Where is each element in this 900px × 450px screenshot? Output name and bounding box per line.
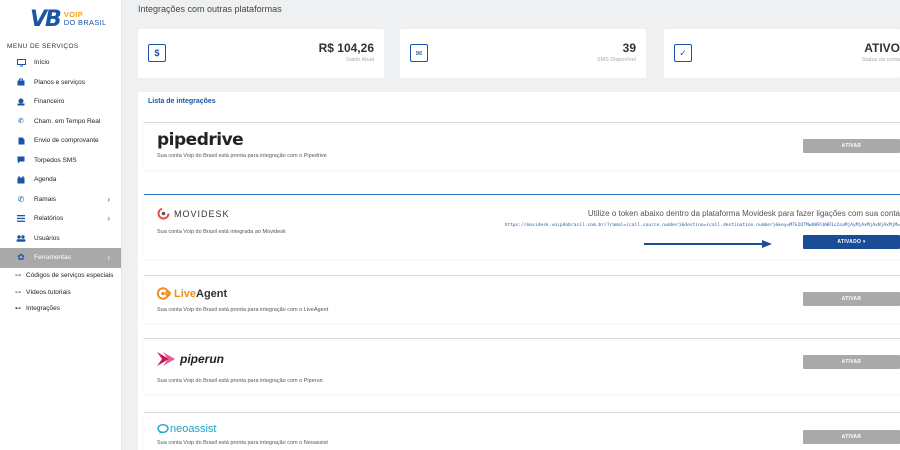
file-icon <box>15 136 27 146</box>
main-content: Integrações com outras plataformas $ R$ … <box>122 0 900 450</box>
sidebar-subitem-codigos[interactable]: ⊶ Códigos de serviços especiais <box>0 268 121 285</box>
activate-button[interactable]: ATIVAR <box>803 292 900 306</box>
brand-line2: DO BRASIL <box>63 18 107 27</box>
pipedrive-logo: pipedrive <box>157 130 244 150</box>
integrations-list: Lista de integrações pipedrive Sua conta… <box>138 92 900 450</box>
sidebar-item-label: Torpedos SMS <box>34 156 77 164</box>
dollar-icon: $ <box>148 44 166 62</box>
bag-icon <box>15 77 27 87</box>
sidebar: VB VOIP DO BRASIL MENU DE SERVIÇOS Iníci… <box>0 0 122 450</box>
sidebar-item-usuarios[interactable]: Usuários <box>0 229 121 249</box>
liveagent-logo: Live Agent <box>157 287 227 300</box>
stat-card-status: ✓ ATIVO Status da conta <box>664 29 900 78</box>
chevron-right-icon: › <box>107 253 110 263</box>
stat-value: R$ 104,26 <box>318 41 374 55</box>
integration-movidesk: MOVIDESK Sua conta Voip do Brasil está i… <box>144 194 900 259</box>
integration-liveagent: Live Agent Sua conta Voip do Brasil está … <box>144 275 900 323</box>
sidebar-subitem-integracoes[interactable]: ⊷ Integrações <box>0 301 121 318</box>
sidebar-item-ferramentas[interactable]: ✿ Ferramentas › <box>0 248 121 268</box>
check-icon: ✓ <box>674 44 692 62</box>
chevron-right-icon: › <box>107 214 110 224</box>
liveagent-logo-icon <box>157 287 171 300</box>
activate-button[interactable]: ATIVAR <box>803 430 900 444</box>
key-icon: ⊷ <box>15 306 21 313</box>
sidebar-item-comprovante[interactable]: Envio de comprovante <box>0 131 121 151</box>
brand-mark: VB <box>30 6 62 32</box>
chevron-right-icon: › <box>107 194 110 204</box>
stat-card-saldo: $ R$ 104,26 Saldo Atual <box>138 29 384 78</box>
sidebar-item-agenda[interactable]: Agenda <box>0 170 121 190</box>
sidebar-item-label: Planos e serviços <box>34 78 85 86</box>
stat-label: Status da conta <box>861 57 900 63</box>
movidesk-instruction: Utilize o token abaixo dentro da platafo… <box>587 209 900 218</box>
chat-icon <box>15 155 27 165</box>
integration-desc: Sua conta Voip do Brasil está pronta par… <box>157 307 329 313</box>
phone-icon: ✆ <box>17 194 25 204</box>
movidesk-token-url[interactable]: https://movidesk.voipdobrasil.com.br/?ra… <box>505 223 900 228</box>
piperun-logo-icon <box>157 352 175 366</box>
sidebar-item-financeiro[interactable]: Financeiro <box>0 92 121 112</box>
sidebar-item-label: Relatórios <box>34 215 64 223</box>
integration-neoassist: neoassist Sua conta Voip do Brasil está … <box>144 412 900 450</box>
envelope-icon: ✉ <box>410 44 428 62</box>
gear-icon: ✿ <box>17 252 25 263</box>
sidebar-item-planos[interactable]: Planos e serviços <box>0 73 121 93</box>
list-icon <box>15 214 27 224</box>
integration-desc: Sua conta Voip do Brasil está pronta par… <box>157 378 323 384</box>
sidebar-item-label: Agenda <box>34 176 57 184</box>
page-title: Integrações com outras plataformas <box>138 4 282 14</box>
stat-value: 39 <box>622 41 636 55</box>
phone-wave-icon: ✆ <box>18 118 24 126</box>
sidebar-item-label: Envio de comprovante <box>34 137 99 145</box>
activated-dropdown-button[interactable]: ATIVADO ▾ <box>803 235 900 249</box>
key-icon: ⊶ <box>15 289 21 296</box>
sidebar-item-label: Início <box>34 59 50 67</box>
integration-desc: Sua conta Voip do Brasil está pronta par… <box>157 440 328 446</box>
sidebar-item-label: Ferramentas <box>34 254 71 262</box>
piperun-logo: piperun <box>157 351 224 367</box>
sidebar-item-label: Financeiro <box>34 98 65 106</box>
brand-logo[interactable]: VB VOIP DO BRASIL <box>0 0 121 38</box>
users-icon <box>15 233 27 243</box>
money-icon <box>15 97 27 107</box>
movidesk-logo: MOVIDESK <box>157 207 230 220</box>
calendar-icon <box>15 175 27 185</box>
stat-label: Saldo Atual <box>346 57 374 63</box>
menu-title: MENU DE SERVIÇOS <box>7 43 79 50</box>
integration-desc: Sua conta Voip do Brasil está integrada … <box>157 229 286 235</box>
sidebar-subitem-label: Vídeos tutoriais <box>26 288 71 296</box>
activate-button[interactable]: ATIVAR <box>803 355 900 369</box>
integration-piperun: piperun Sua conta Voip do Brasil está pr… <box>144 338 900 394</box>
neoassist-logo: neoassist <box>157 423 216 435</box>
monitor-icon <box>15 58 27 68</box>
movidesk-logo-icon <box>157 207 170 220</box>
sidebar-subitem-label: Integrações <box>26 305 60 313</box>
stat-value: ATIVO <box>864 41 900 55</box>
arrow-right-icon <box>644 240 772 248</box>
sidebar-subitem-label: Códigos de serviços especiais <box>26 272 114 280</box>
sidebar-subitem-videos[interactable]: ⊶ Vídeos tutoriais <box>0 284 121 301</box>
neoassist-logo-icon <box>157 424 169 434</box>
sidebar-item-label: Usuários <box>34 234 60 242</box>
integration-pipedrive: pipedrive Sua conta Voip do Brasil está … <box>144 122 900 170</box>
integration-desc: Sua conta Voip do Brasil está pronta par… <box>157 153 327 159</box>
list-title: Lista de integrações <box>148 98 216 105</box>
sidebar-item-inicio[interactable]: Início <box>0 53 121 73</box>
activate-button[interactable]: ATIVAR <box>803 139 900 153</box>
sidebar-item-label: Ramais <box>34 195 57 203</box>
sidebar-item-sms[interactable]: Torpedos SMS <box>0 151 121 171</box>
key-icon: ⊶ <box>15 273 21 280</box>
stat-card-sms: ✉ 39 SMS Disponível <box>400 29 646 78</box>
sidebar-item-ramais[interactable]: ✆ Ramais › <box>0 190 121 210</box>
sidebar-item-chamadas[interactable]: ✆ Cham. em Tempo Real <box>0 112 121 132</box>
sidebar-item-relatorios[interactable]: Relatórios › <box>0 209 121 229</box>
stat-label: SMS Disponível <box>596 57 636 63</box>
sidebar-item-label: Cham. em Tempo Real <box>34 117 101 125</box>
